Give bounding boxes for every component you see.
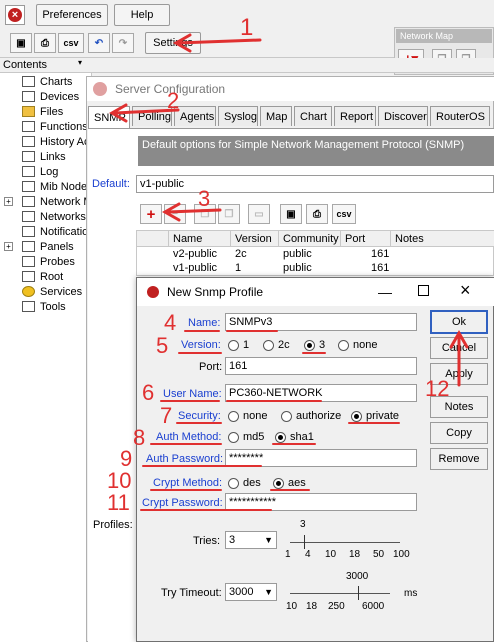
annotation-number: 5 — [156, 333, 169, 358]
underline-sha1 — [272, 443, 316, 445]
underline-version — [178, 352, 222, 354]
annotation-number: 6 — [142, 380, 155, 405]
underline-username-value — [226, 400, 322, 402]
annotation-number: 3 — [198, 186, 211, 211]
underline-security — [176, 422, 222, 424]
underline-name — [184, 330, 220, 332]
annotation-number: 2 — [167, 88, 180, 113]
annotation-number: 11 — [107, 490, 130, 515]
annotation-number: 12 — [425, 376, 450, 401]
underline-crypt-password — [140, 509, 272, 511]
underline-version-3 — [302, 352, 326, 354]
annotation-number: 1 — [240, 14, 254, 41]
arrow-3 — [166, 208, 222, 214]
underline-crypt-method — [150, 489, 222, 491]
underline-aes — [270, 489, 310, 491]
underline-private — [348, 422, 400, 424]
annotation-arrows — [108, 33, 469, 387]
annotation-number: 8 — [133, 425, 146, 450]
annotation-number: 7 — [160, 403, 173, 428]
underline-username — [160, 400, 220, 402]
underline-auth-password — [142, 465, 262, 467]
underline-auth-method — [150, 443, 222, 445]
underline-name-value — [226, 330, 278, 332]
